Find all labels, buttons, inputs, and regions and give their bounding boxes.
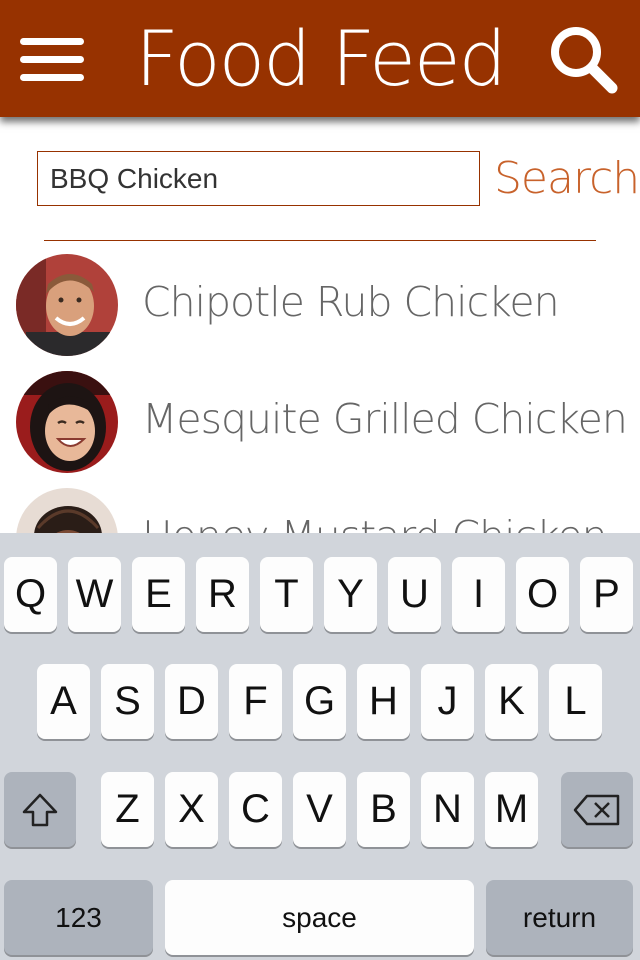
key-c[interactable]: C (229, 772, 282, 847)
key-e[interactable]: E (132, 557, 185, 632)
key-m[interactable]: M (485, 772, 538, 847)
key-q[interactable]: Q (4, 557, 57, 632)
hamburger-menu-icon[interactable] (20, 38, 84, 82)
return-key[interactable]: return (486, 880, 633, 955)
numbers-key[interactable]: 123 (4, 880, 153, 955)
key-j[interactable]: J (421, 664, 474, 739)
search-button[interactable]: Search (494, 153, 640, 205)
key-l[interactable]: L (549, 664, 602, 739)
key-i[interactable]: I (452, 557, 505, 632)
avatar (16, 254, 118, 356)
shift-arrow-icon (22, 793, 58, 827)
key-g[interactable]: G (293, 664, 346, 739)
key-a[interactable]: A (37, 664, 90, 739)
key-v[interactable]: V (293, 772, 346, 847)
key-d[interactable]: D (165, 664, 218, 739)
key-y[interactable]: Y (324, 557, 377, 632)
list-item-label: Mesquite Grilled Chicken (142, 395, 628, 443)
key-r[interactable]: R (196, 557, 249, 632)
key-h[interactable]: H (357, 664, 410, 739)
keyboard: Q W E R T Y U I O P A S D F G H J K L Z … (0, 533, 640, 960)
key-w[interactable]: W (68, 557, 121, 632)
search-icon[interactable] (548, 24, 620, 96)
search-input[interactable] (37, 151, 480, 206)
key-s[interactable]: S (101, 664, 154, 739)
key-k[interactable]: K (485, 664, 538, 739)
key-n[interactable]: N (421, 772, 474, 847)
app-header: Food Feed (0, 0, 640, 117)
key-u[interactable]: U (388, 557, 441, 632)
key-f[interactable]: F (229, 664, 282, 739)
avatar (16, 371, 118, 473)
key-b[interactable]: B (357, 772, 410, 847)
delete-key[interactable] (561, 772, 633, 847)
shift-key[interactable] (4, 772, 76, 847)
backspace-icon (573, 794, 620, 826)
list-item[interactable]: Chipotle Rub Chicken (0, 252, 640, 368)
space-key[interactable]: space (165, 880, 474, 955)
key-x[interactable]: X (165, 772, 218, 847)
divider (44, 240, 596, 241)
key-t[interactable]: T (260, 557, 313, 632)
key-o[interactable]: O (516, 557, 569, 632)
key-z[interactable]: Z (101, 772, 154, 847)
list-item[interactable]: Mesquite Grilled Chicken (0, 369, 640, 485)
key-p[interactable]: P (580, 557, 633, 632)
list-item-label: Chipotle Rub Chicken (142, 278, 560, 326)
app-title: Food Feed (135, 14, 507, 103)
